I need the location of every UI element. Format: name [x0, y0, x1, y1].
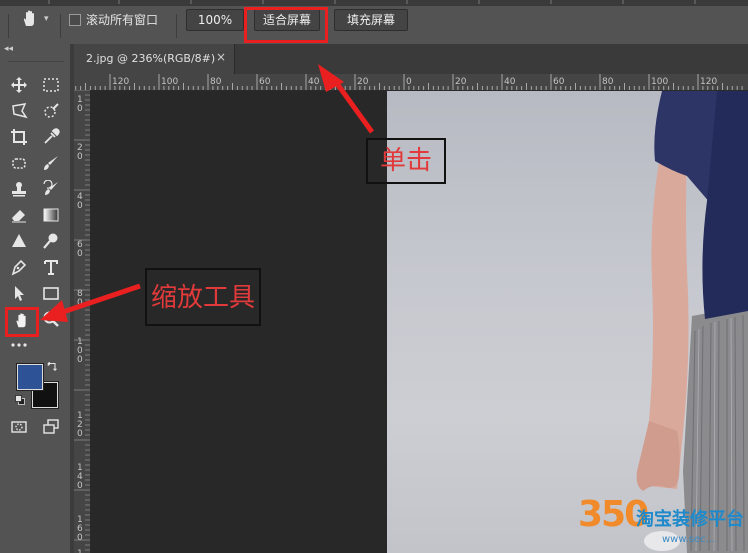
click-annotation: 单击 — [366, 138, 446, 184]
arrow-to-hand-tool — [59, 283, 141, 316]
watermark-url: www.sec... — [662, 534, 716, 545]
zoom-tool-annotation: 缩放工具 — [145, 268, 261, 326]
watermark-name: 淘宝装修平台 — [636, 509, 744, 530]
arrow-head-hand — [40, 300, 68, 322]
annotation-arrows — [40, 64, 375, 322]
arrow-to-fit-screen — [330, 76, 375, 134]
